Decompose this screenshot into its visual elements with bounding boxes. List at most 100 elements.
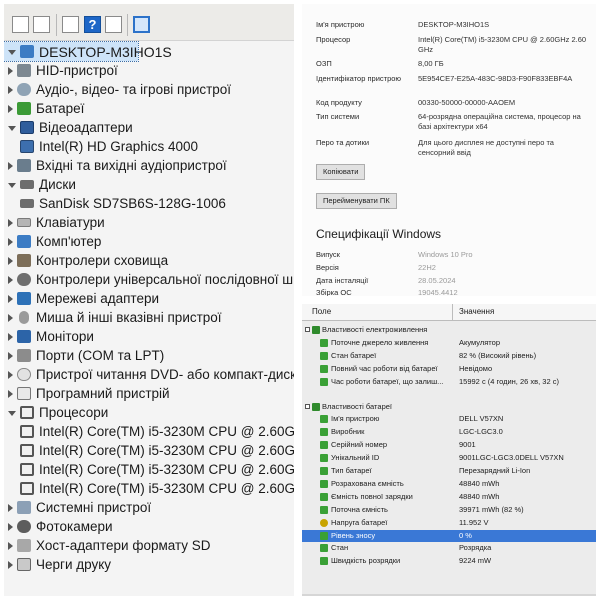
device-item[interactable]: Intel(R) Core(TM) i5-3230M CPU @ 2.60GH [4, 479, 294, 498]
expand-arrow-icon[interactable] [8, 503, 13, 512]
battery-property-icon [320, 441, 328, 450]
expand-arrow-icon[interactable] [8, 522, 13, 531]
property-value: 48840 mWh [459, 478, 500, 488]
device-category[interactable]: Хост-адаптери формату SD [4, 536, 294, 555]
property-row[interactable]: Унікальний ID 9001LGC-LGC3.0DELL V57XN [302, 452, 596, 464]
property-name: Поточне джерело живлення [331, 337, 429, 347]
processor-icon [20, 444, 34, 457]
device-category[interactable]: Вхідні та вихідні аудіопристрої [4, 156, 294, 175]
device-category[interactable]: Програмний пристрій [4, 384, 294, 403]
device-category[interactable]: Батареї [4, 99, 294, 118]
expand-arrow-icon[interactable] [8, 351, 13, 360]
expand-arrow-icon[interactable] [8, 237, 13, 246]
toolbar-back-icon[interactable] [12, 16, 29, 33]
collapse-arrow-icon[interactable] [8, 126, 16, 131]
device-item[interactable]: Intel(R) Core(TM) i5-3230M CPU @ 2.60GH [4, 422, 294, 441]
expand-arrow-icon[interactable] [8, 218, 13, 227]
toolbar-properties-icon[interactable] [33, 16, 50, 33]
copy-button[interactable]: Копіювати [316, 164, 366, 180]
device-label: Диски [39, 177, 76, 192]
property-row[interactable]: Час роботи батареї, що залиш... 15992 с (… [302, 376, 596, 388]
property-row[interactable]: Виробник LGC-LGC3.0 [302, 426, 596, 438]
device-category[interactable]: Диски [4, 175, 294, 194]
windows-spec-label: Дата інсталяції [316, 276, 369, 285]
expand-arrow-icon[interactable] [8, 104, 13, 113]
device-label: Батареї [36, 101, 85, 116]
device-category[interactable]: Комп'ютер [4, 232, 294, 251]
expand-arrow-icon[interactable] [8, 370, 13, 379]
toolbar-list-icon[interactable] [62, 16, 79, 33]
property-row[interactable]: Стан батареї 82 % (Високий рівень) [302, 350, 596, 362]
device-manager-toolbar: ? [4, 4, 294, 41]
expand-arrow-icon[interactable] [8, 313, 13, 322]
expand-arrow-icon[interactable] [8, 332, 13, 341]
device-category[interactable]: Фотокамери [4, 517, 294, 536]
device-item[interactable]: Intel(R) Core(TM) i5-3230M CPU @ 2.60GH [4, 460, 294, 479]
device-category[interactable]: Системні пристрої [4, 498, 294, 517]
device-category[interactable]: Мережеві адаптери [4, 289, 294, 308]
expand-arrow-icon[interactable] [8, 541, 13, 550]
collapse-box-icon[interactable] [305, 403, 310, 409]
device-label: Фотокамери [36, 519, 113, 534]
property-row[interactable]: Тип батареї Перезарядний Li-Ion [302, 465, 596, 477]
property-group-row[interactable]: Властивості електроживлення [302, 324, 596, 336]
spec-label: ОЗП [316, 59, 332, 68]
property-name: Напруга батареї [331, 517, 388, 527]
device-item[interactable]: SanDisk SD7SB6S-128G-1006 [4, 194, 294, 213]
rename-pc-button[interactable]: Перейменувати ПК [316, 193, 397, 209]
device-label: Вхідні та вихідні аудіопристрої [36, 158, 227, 173]
device-category[interactable]: HID-пристрої [4, 61, 294, 80]
collapse-arrow-icon[interactable] [8, 411, 16, 416]
property-row[interactable]: Швидкість розрядки 9224 mW [302, 555, 596, 567]
column-divider[interactable] [452, 304, 453, 320]
expand-arrow-icon[interactable] [8, 294, 13, 303]
expand-arrow-icon[interactable] [8, 161, 13, 170]
device-category[interactable]: Контролери універсальної послідовної шин [4, 270, 294, 289]
property-row[interactable]: Стан Розрядка [302, 542, 596, 554]
expand-arrow-icon[interactable] [8, 389, 13, 398]
device-category[interactable]: Миша й інші вказівні пристрої [4, 308, 294, 327]
expand-arrow-icon[interactable] [8, 85, 13, 94]
device-category[interactable]: Черги друку [4, 555, 294, 574]
property-name: Тип батареї [331, 466, 372, 475]
expand-arrow-icon[interactable] [8, 66, 13, 75]
toolbar-view-icon[interactable] [105, 16, 122, 33]
property-row[interactable]: Поточна ємність 39971 mWh (82 %) [302, 504, 596, 516]
hid-icon [17, 64, 31, 77]
property-group-row[interactable]: Властивості батареї [302, 401, 596, 413]
device-tree-root-label: DESKTOP-M3IHO1S [39, 43, 172, 60]
software-device-icon [17, 387, 31, 400]
toolbar-scan-hardware-icon[interactable] [133, 16, 150, 33]
collapse-arrow-icon[interactable] [8, 183, 16, 188]
battery-property-icon [320, 415, 328, 424]
device-category[interactable]: Клавіатури [4, 213, 294, 232]
property-row[interactable]: Ємність повної зарядки 48840 mWh [302, 491, 596, 503]
device-item[interactable]: Intel(R) Core(TM) i5-3230M CPU @ 2.60GH [4, 441, 294, 460]
collapse-box-icon[interactable] [305, 327, 310, 332]
device-tree-root[interactable]: DESKTOP-M3IHO1S [4, 41, 172, 62]
column-header-value[interactable]: Значення [459, 307, 494, 316]
disk-drive-icon [20, 199, 34, 208]
property-row[interactable]: Розрахована ємність 48840 mWh [302, 478, 596, 490]
device-category[interactable]: Монітори [4, 327, 294, 346]
device-category[interactable]: Пристрої читання DVD- або компакт-дисків [4, 365, 294, 384]
collapse-arrow-icon[interactable] [8, 50, 16, 55]
device-item[interactable]: Intel(R) HD Graphics 4000 [4, 137, 294, 156]
property-row[interactable]: Серійний номер 9001 [302, 439, 596, 451]
battery-property-icon [320, 428, 328, 437]
property-row[interactable]: Ім'я пристрою DELL V57XN [302, 413, 596, 425]
device-category[interactable]: Аудіо-, відео- та ігрові пристрої [4, 80, 294, 99]
device-category[interactable]: Порти (COM та LPT) [4, 346, 294, 365]
device-category[interactable]: Відеоадаптери [4, 118, 294, 137]
property-row[interactable]: Повний час роботи від батареї Невідомо [302, 363, 596, 375]
device-category[interactable]: Процесори [4, 403, 294, 422]
column-header-field[interactable]: Поле [312, 307, 331, 316]
property-row[interactable]: Поточне джерело живлення Акумулятор [302, 337, 596, 349]
property-row[interactable]: Напруга батареї 11.952 V [302, 517, 596, 529]
expand-arrow-icon[interactable] [8, 275, 13, 284]
expand-arrow-icon[interactable] [8, 256, 13, 265]
expand-arrow-icon[interactable] [8, 560, 13, 569]
property-row[interactable]: Рівень зносу 0 % [302, 529, 596, 542]
toolbar-help-icon[interactable]: ? [84, 16, 101, 33]
device-category[interactable]: Контролери сховища [4, 251, 294, 270]
